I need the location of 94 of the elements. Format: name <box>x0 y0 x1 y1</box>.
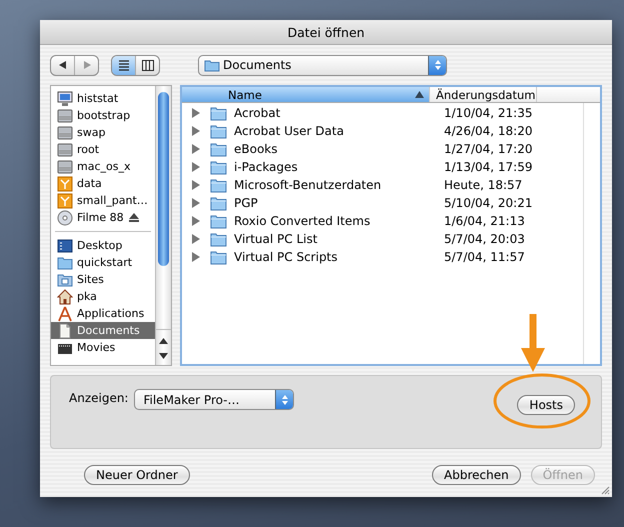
file-name[interactable]: eBooks <box>234 142 438 156</box>
file-name[interactable]: Acrobat <box>234 106 438 120</box>
dialog-button[interactable]: Neuer Ordner <box>84 465 190 485</box>
list-view-button[interactable] <box>112 56 136 74</box>
folder-icon <box>210 106 227 120</box>
window-title: Datei öffnen <box>287 24 365 40</box>
back-arrow-icon <box>58 60 68 70</box>
monitor-icon <box>57 90 73 106</box>
server-icon <box>57 192 73 208</box>
house-icon <box>57 288 73 304</box>
hard-drive-icon <box>57 108 73 124</box>
sidebar-item[interactable]: swap <box>51 124 155 141</box>
document-icon <box>57 322 73 338</box>
column-header[interactable]: Änderungsdatum <box>430 87 537 102</box>
desktop-icon <box>57 238 73 254</box>
disclosure-triangle[interactable] <box>191 162 201 172</box>
sidebar-item[interactable]: quickstart <box>51 254 155 271</box>
file-name[interactable]: i-Packages <box>234 160 438 174</box>
sidebar-item[interactable]: pka <box>51 288 155 305</box>
sidebar-item[interactable]: Movies <box>51 339 155 356</box>
modified-date: 1/27/04, 17:20 <box>444 142 532 156</box>
header-spacer <box>537 87 600 102</box>
folder-icon <box>210 250 227 264</box>
resize-grip-icon[interactable] <box>600 485 610 495</box>
scroll-thumb[interactable] <box>158 92 169 266</box>
server-icon <box>57 176 73 192</box>
file-name[interactable]: Roxio Converted Items <box>234 214 438 228</box>
modified-date: 5/7/04, 20:03 <box>444 232 525 246</box>
location-popup[interactable]: Documents <box>198 54 447 76</box>
sidebar-item[interactable]: Filme 88 <box>51 209 155 226</box>
dialog-button[interactable]: Abbrechen <box>432 465 521 485</box>
show-label: Anzeigen: <box>69 391 128 405</box>
sidebar-item[interactable]: Sites <box>51 271 155 288</box>
hosts-button[interactable]: Hosts <box>517 395 575 415</box>
modified-date: 1/6/04, 21:13 <box>444 214 525 228</box>
modified-date: 5/10/04, 20:21 <box>444 196 532 210</box>
folder-icon <box>210 214 227 228</box>
scrollbar[interactable] <box>155 86 171 365</box>
file-name[interactable]: Virtual PC Scripts <box>234 250 438 264</box>
disclosure-triangle[interactable] <box>191 198 201 208</box>
folder-icon <box>210 142 227 156</box>
up-arrow-icon[interactable] <box>159 338 168 344</box>
folder-icon <box>210 124 227 138</box>
hard-drive-icon <box>57 124 73 140</box>
disclosure-triangle[interactable] <box>191 108 201 118</box>
file-name[interactable]: Acrobat User Data <box>234 124 438 138</box>
modified-date: Heute, 18:57 <box>444 178 522 192</box>
sidebar-item[interactable]: bootstrap <box>51 107 155 124</box>
sites-folder-icon <box>57 272 73 288</box>
sidebar-item[interactable]: Desktop <box>51 237 155 254</box>
folder-icon <box>210 232 227 246</box>
stepper-icon <box>434 59 442 71</box>
folder-icon <box>210 196 227 210</box>
format-popup[interactable]: FileMaker Pro-… <box>134 389 294 410</box>
disc-icon <box>57 210 73 226</box>
eject-icon[interactable] <box>128 213 139 222</box>
modified-date: 4/26/04, 18:20 <box>444 124 532 138</box>
folder-icon <box>57 254 73 270</box>
sidebar-item[interactable]: root <box>51 141 155 158</box>
disclosure-triangle[interactable] <box>191 252 201 262</box>
file-name[interactable]: PGP <box>234 196 438 210</box>
columns-icon <box>140 58 154 72</box>
sidebar-item[interactable]: histstat <box>51 90 155 107</box>
back-forward-control[interactable] <box>50 54 99 76</box>
modified-date: 1/13/04, 17:59 <box>444 160 532 174</box>
location-value: Documents <box>223 58 292 72</box>
disclosure-triangle[interactable] <box>191 180 201 190</box>
hard-drive-icon <box>57 142 73 158</box>
applications-icon <box>57 306 73 322</box>
list-icon <box>116 58 130 72</box>
forward-arrow-icon <box>82 60 92 70</box>
sidebar-item[interactable]: mac_os_x <box>51 158 155 175</box>
folder-icon <box>210 178 227 192</box>
sidebar-item[interactable]: Documents <box>51 322 155 339</box>
disclosure-triangle[interactable] <box>191 144 201 154</box>
file-name[interactable]: Microsoft-Benutzerdaten <box>234 178 438 192</box>
disclosure-triangle[interactable] <box>191 234 201 244</box>
folder-icon <box>210 160 227 174</box>
sidebar-item[interactable]: Applications <box>51 305 155 322</box>
hard-drive-icon <box>57 158 73 174</box>
disclosure-triangle[interactable] <box>191 126 201 136</box>
annotation-arrow <box>518 314 548 374</box>
stepper-icon <box>280 394 289 406</box>
sort-arrow-icon <box>415 91 424 98</box>
sidebar-item[interactable]: data <box>51 175 155 192</box>
column-header[interactable]: Name <box>182 87 430 102</box>
modified-date: 5/7/04, 11:57 <box>444 250 525 264</box>
format-value: FileMaker Pro-… <box>143 392 241 406</box>
sidebar-item[interactable]: small_pant… <box>51 192 155 209</box>
disclosure-triangle[interactable] <box>191 216 201 226</box>
file-name[interactable]: Virtual PC List <box>234 232 438 246</box>
modified-date: 1/10/04, 21:35 <box>444 106 532 120</box>
down-arrow-icon[interactable] <box>159 353 168 359</box>
folder-icon <box>204 58 220 72</box>
